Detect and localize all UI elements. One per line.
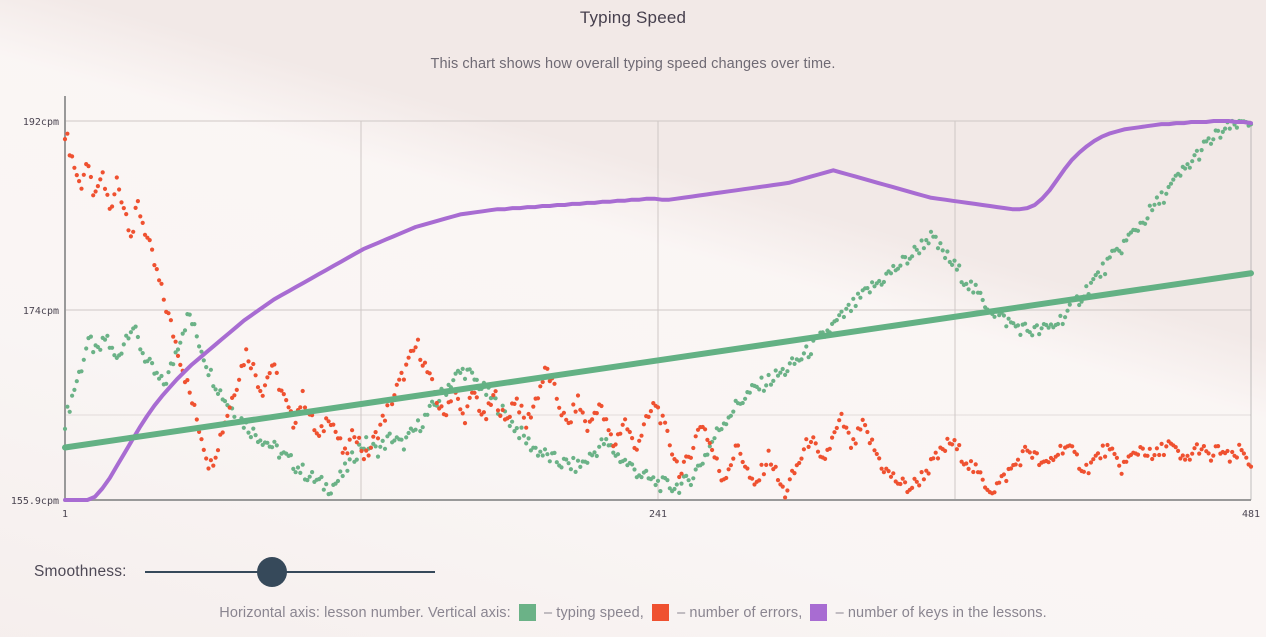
legend-label-typing-speed: – typing speed, (539, 604, 648, 621)
smoothness-label: Smoothness: (34, 563, 127, 580)
svg-text:155.9cpm: 155.9cpm (11, 496, 59, 507)
smoothness-control: Smoothness: (0, 546, 1266, 598)
svg-text:1: 1 (62, 509, 68, 520)
legend-swatch-keys (810, 604, 828, 621)
legend-prefix: Horizontal axis: lesson number. Vertical… (219, 604, 515, 621)
legend-label-keys: – number of keys in the lessons. (831, 604, 1047, 621)
svg-text:192cpm: 192cpm (23, 117, 59, 128)
slider-track[interactable] (144, 571, 435, 573)
svg-text:481: 481 (1242, 509, 1260, 520)
svg-text:241: 241 (649, 509, 667, 520)
chart-svg: 155.9cpm 174cpm 192cpm 1 241 481 (11, 96, 1260, 520)
legend-swatch-typing-speed (518, 604, 536, 621)
chart-legend: Horizontal axis: lesson number. Vertical… (0, 604, 1266, 621)
chart-plot-area: 155.9cpm 174cpm 192cpm 1 241 481 (0, 0, 1266, 637)
legend-label-errors: – number of errors, (673, 604, 807, 621)
slider-thumb[interactable] (257, 557, 288, 587)
legend-swatch-errors (652, 604, 669, 621)
svg-text:174cpm: 174cpm (23, 306, 59, 317)
smoothness-slider[interactable] (144, 557, 435, 587)
